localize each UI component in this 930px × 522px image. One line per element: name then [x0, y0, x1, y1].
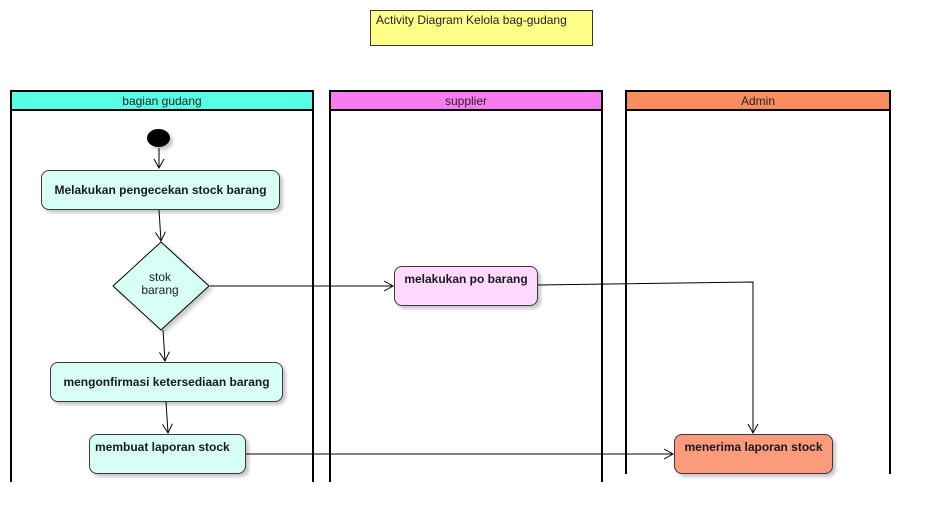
start-node	[147, 129, 170, 147]
action-pengecekan-stock: Melakukan pengecekan stock barang	[41, 170, 280, 210]
action-po-barang: melakukan po barang	[394, 266, 538, 306]
edge-konfirmasi-to-laporan	[162, 401, 173, 435]
action-menerima-laporan: menerima laporan stock	[674, 434, 833, 474]
decision-label: stok barang	[120, 271, 200, 297]
action-konfirmasi-barang: mengonfirmasi ketersediaan barang	[50, 362, 283, 402]
edge-pengecekan-to-decision	[155, 209, 166, 243]
edge-decision-to-konfirmasi	[159, 329, 170, 363]
decision-label-line2: barang	[141, 283, 179, 297]
edge-po-to-terima	[537, 281, 759, 435]
action-membuat-laporan: membuat laporan stock	[89, 434, 246, 474]
